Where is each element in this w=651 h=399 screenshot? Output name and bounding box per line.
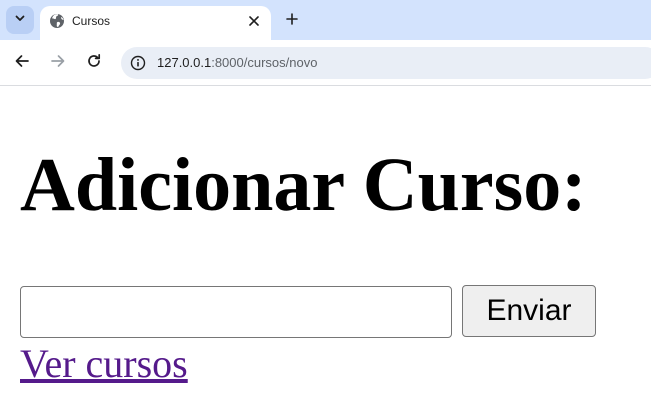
new-tab-button[interactable] [280,9,304,33]
submit-button[interactable]: Enviar [462,285,596,337]
address-bar[interactable]: 127.0.0.1:8000/cursos/novo [121,47,651,79]
info-icon[interactable] [127,52,149,74]
globe-icon [49,13,65,29]
tab-title: Cursos [72,14,111,28]
course-name-input[interactable] [20,286,452,338]
url-host: 127.0.0.1 [157,55,212,70]
tab-strip: Cursos [0,0,651,40]
reload-icon [86,53,102,74]
arrow-right-icon [50,53,66,74]
close-icon[interactable] [245,12,263,30]
plus-icon [286,12,298,30]
url-path: :8000/cursos/novo [211,55,318,70]
forward-button[interactable] [46,51,70,75]
arrow-left-icon [14,53,30,74]
tab-search-button[interactable] [6,6,34,34]
page-content: Adicionar Curso: Enviar Ver cursos [0,87,651,399]
back-button[interactable] [10,51,34,75]
url-text: 127.0.0.1:8000/cursos/novo [157,55,317,71]
browser-toolbar: 127.0.0.1:8000/cursos/novo [0,40,651,86]
chevron-down-icon [14,11,26,29]
reload-button[interactable] [82,51,106,75]
view-courses-link[interactable]: Ver cursos [20,341,188,387]
tab-active[interactable]: Cursos [40,6,271,40]
page-title: Adicionar Curso: [20,143,587,227]
